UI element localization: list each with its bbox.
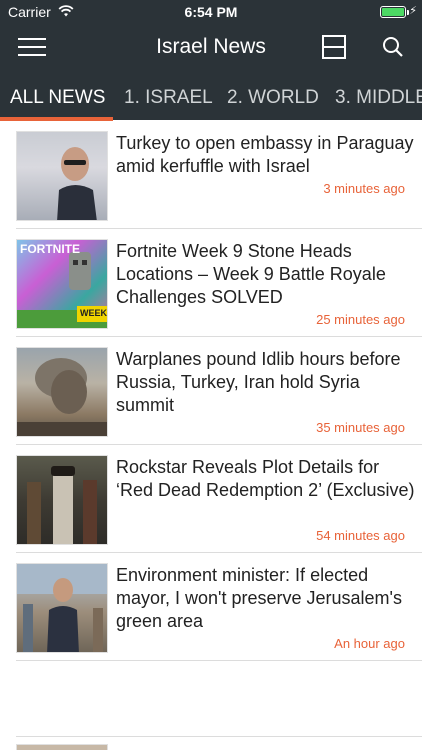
thumbnail-title-text: FORTNITE [20, 242, 80, 256]
page-title: Israel News [156, 35, 266, 58]
article-headline: Fortnite Week 9 Stone Heads Locations – … [116, 241, 386, 307]
news-item[interactable]: Turkey to open embassy in Paraguay amid … [16, 121, 422, 229]
article-thumbnail [16, 347, 108, 437]
next-article-thumbnail-peek [16, 744, 108, 750]
article-thumbnail [16, 563, 108, 653]
article-headline: Rockstar Reveals Plot Details for ‘Red D… [116, 457, 415, 500]
news-item[interactable]: Environment minister: If elected mayor, … [16, 553, 422, 661]
status-bar: Carrier 6:54 PM ⚡ [0, 0, 422, 24]
article-timestamp: An hour ago [334, 636, 405, 651]
charging-icon: ⚡ [409, 5, 417, 17]
tab-all-news[interactable]: ALL NEWS [10, 87, 105, 109]
article-timestamp: 54 minutes ago [316, 528, 405, 543]
article-headline: Turkey to open embassy in Paraguay amid … [116, 133, 414, 176]
layout-toggle-icon[interactable] [322, 35, 346, 59]
article-thumbnail [16, 455, 108, 545]
battery-icon [380, 6, 406, 18]
news-item[interactable]: FORTNITE WEEK Fortnite Week 9 Stone Head… [16, 229, 422, 337]
article-timestamp: 25 minutes ago [316, 312, 405, 327]
navigation-bar: Israel News [0, 24, 422, 72]
article-thumbnail: FORTNITE WEEK [16, 239, 108, 329]
clock: 6:54 PM [184, 4, 238, 20]
news-item[interactable]: Rockstar Reveals Plot Details for ‘Red D… [16, 445, 422, 553]
article-headline: Warplanes pound Idlib hours before Russi… [116, 349, 401, 415]
tab-middle-east[interactable]: 3. MIDDLE [335, 87, 422, 109]
tab-world[interactable]: 2. WORLD [227, 87, 319, 109]
thumbnail-week-text: WEEK [80, 308, 107, 318]
article-thumbnail [16, 131, 108, 221]
article-timestamp: 35 minutes ago [316, 420, 405, 435]
news-item[interactable]: Warplanes pound Idlib hours before Russi… [16, 337, 422, 445]
article-timestamp: 3 minutes ago [323, 181, 405, 196]
tab-israel[interactable]: 1. ISRAEL [124, 87, 213, 109]
search-icon[interactable] [382, 36, 404, 58]
list-divider [16, 736, 422, 737]
category-tabs: ALL NEWS 1. ISRAEL 2. WORLD 3. MIDDLE [0, 72, 422, 120]
article-headline: Environment minister: If elected mayor, … [116, 565, 402, 631]
